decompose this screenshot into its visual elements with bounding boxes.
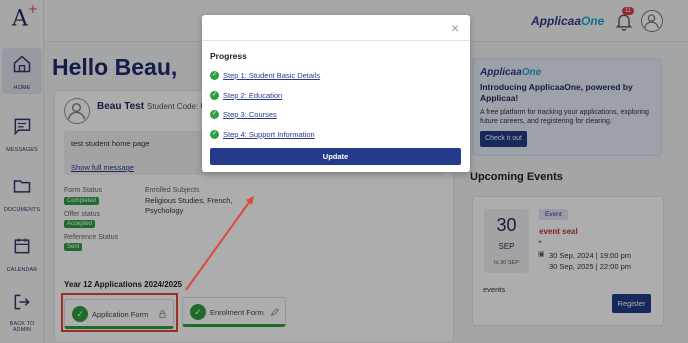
update-button[interactable]: Update bbox=[210, 148, 461, 165]
modal-title: Progress bbox=[210, 51, 247, 61]
check-icon: ✓ bbox=[210, 110, 219, 119]
check-icon: ✓ bbox=[210, 71, 219, 80]
step-1-link[interactable]: Step 1: Student Basic Details bbox=[223, 71, 320, 80]
modal-divider bbox=[202, 40, 470, 41]
step-3-link[interactable]: Step 3: Courses bbox=[223, 110, 277, 119]
step-4-link[interactable]: Step 4: Support Information bbox=[223, 130, 315, 139]
check-icon: ✓ bbox=[210, 130, 219, 139]
check-icon: ✓ bbox=[210, 91, 219, 100]
close-icon[interactable]: × bbox=[451, 20, 459, 36]
step-2-link[interactable]: Step 2: Education bbox=[223, 91, 282, 100]
